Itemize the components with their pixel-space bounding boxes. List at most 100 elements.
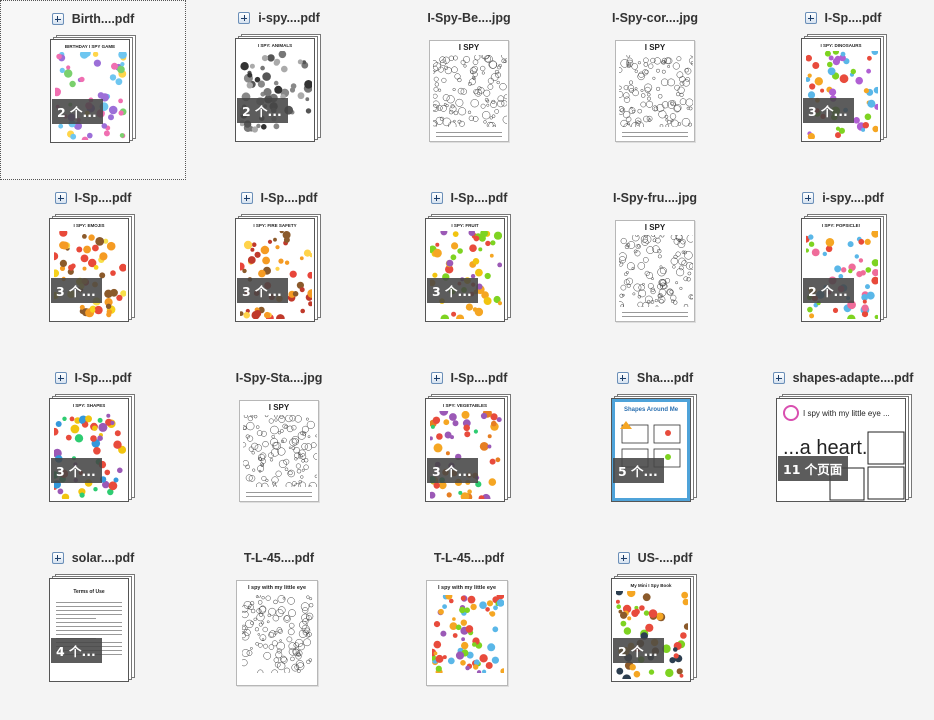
file-item[interactable]: i-spy....pdf I SPY: ANIMALS 2 个... [186, 0, 372, 180]
expand-plus-icon[interactable] [54, 192, 67, 204]
sheet-title: I SPY: ANIMALS [257, 43, 293, 48]
file-title: Birth....pdf [1, 12, 185, 26]
page-count-badge: 2 个... [803, 278, 854, 303]
expand-plus-icon[interactable] [54, 372, 67, 384]
image-preview: I SPY [239, 400, 319, 502]
sheet-illustration [50, 411, 127, 501]
file-item[interactable]: I-Spy-fru....jpg I SPY [562, 180, 748, 360]
sheet-title: I SPY: SHAPES [72, 403, 106, 408]
expand-plus-icon[interactable] [772, 372, 785, 384]
sheet-illustration [52, 49, 127, 142]
page-preview: I SPY: DINOSAURS [801, 38, 881, 142]
file-name: Sha....pdf [636, 371, 694, 385]
file-item[interactable]: I-Sp....pdf I SPY: SHAPES 3 个... [0, 360, 186, 540]
sheet-title: I SPY: DINOSAURS [820, 43, 862, 48]
expand-plus-icon[interactable] [616, 372, 629, 384]
expand-plus-icon[interactable] [430, 192, 443, 204]
file-thumbnail[interactable]: I SPY: FIRE SAFETY 3 个... [235, 214, 323, 326]
file-thumbnail[interactable]: I spy with my little eye ... ...a heart. 1… [776, 394, 914, 506]
sheet-title: Terms of Use [73, 589, 105, 595]
page-count-badge: 2 个... [237, 98, 288, 123]
page-count-badge: 11 个页面 [778, 456, 849, 481]
expand-plus-icon[interactable] [430, 372, 443, 384]
file-thumbnail[interactable]: BIRTHDAY I SPY GAME 2 个... [50, 35, 138, 147]
page-count-badge: 3 个... [427, 278, 478, 303]
sheet-illustration [430, 50, 508, 132]
expand-plus-icon[interactable] [238, 12, 251, 24]
file-name: I-Sp....pdf [74, 191, 132, 205]
file-item[interactable]: i-spy....pdf I SPY: POPSICLE! 2 个... [752, 180, 934, 360]
page-count-badge: 3 个... [51, 458, 102, 483]
expand-plus-icon[interactable] [240, 192, 253, 204]
file-thumbnail[interactable]: I SPY [239, 396, 327, 504]
sheet-title: Shapes Around Me [623, 407, 679, 413]
image-preview: I SPY [615, 40, 695, 142]
file-name: Birth....pdf [71, 12, 135, 26]
file-title: I-Spy-Sta....jpg [186, 371, 372, 385]
file-item[interactable]: Birth....pdf BIRTHDAY I SPY GAME 2 个... [0, 0, 186, 180]
expand-plus-icon[interactable] [804, 12, 817, 24]
page-count-badge: 2 个... [52, 99, 103, 124]
file-item[interactable]: I-Sp....pdf I SPY: FIRE SAFETY 3 个... [186, 180, 372, 360]
file-item[interactable]: I-Spy-Be....jpg I SPY [376, 0, 562, 180]
file-thumbnail[interactable]: I SPY [615, 216, 703, 324]
file-item[interactable]: shapes-adapte....pdf I spy with my little… [752, 360, 934, 540]
page-count-badge: 4 个... [51, 638, 102, 663]
file-thumbnail[interactable]: I SPY: FRUIT 3 个... [425, 214, 513, 326]
sheet-illustration [236, 229, 314, 321]
file-thumbnail[interactable]: Shapes Around Me 5 个... [611, 394, 699, 506]
file-thumbnail[interactable]: I spy with my little eye [236, 576, 326, 688]
page-count-badge: 3 个... [51, 278, 102, 303]
file-name: solar....pdf [71, 551, 135, 565]
file-item[interactable]: I-Sp....pdf I SPY: DINOSAURS 3 个... [752, 0, 934, 180]
file-name: I-Sp....pdf [260, 191, 318, 205]
page-preview: I SPY: VEGETABLES [425, 398, 505, 502]
sheet-illustration [616, 53, 694, 132]
file-title: I-Spy-fru....jpg [562, 191, 748, 205]
file-thumbnail[interactable]: I SPY: SHAPES 3 个... [49, 394, 137, 506]
file-item[interactable]: T-L-45....pdf I spy with my little eye [376, 540, 562, 720]
file-item[interactable]: I-Spy-Sta....jpg I SPY [186, 360, 372, 540]
page-preview: I SPY: FRUIT [425, 218, 505, 322]
expand-plus-icon[interactable] [51, 552, 64, 564]
file-thumbnail[interactable]: Terms of Use 4 个... [49, 574, 137, 686]
file-thumbnail[interactable]: I SPY: VEGETABLES 3 个... [425, 394, 513, 506]
expand-plus-icon[interactable] [617, 552, 630, 564]
file-item[interactable]: T-L-45....pdf I spy with my little eye [186, 540, 372, 720]
file-thumbnail[interactable]: I SPY: EMOJIS 3 个... [49, 214, 137, 326]
file-name: i-spy....pdf [822, 191, 884, 205]
file-item[interactable]: US-....pdf My Mini I Spy Book 2 个... [562, 540, 748, 720]
page-preview: I spy with my little eye [426, 580, 508, 686]
page-count-badge: 2 个... [613, 638, 664, 663]
file-thumbnail[interactable]: I spy with my little eye [426, 576, 516, 688]
file-title: I-Sp....pdf [0, 191, 186, 205]
sheet-title: I spy with my little eye [247, 585, 307, 591]
sheet-text-lines [622, 129, 688, 140]
expand-plus-icon[interactable] [802, 192, 815, 204]
file-thumbnail[interactable]: My Mini I Spy Book 2 个... [611, 574, 699, 686]
image-preview: I SPY [429, 40, 509, 142]
sheet-illustration [805, 48, 880, 141]
sheet-illustration [239, 594, 314, 678]
file-item[interactable]: I-Sp....pdf I SPY: FRUIT 3 个... [376, 180, 562, 360]
file-item[interactable]: I-Spy-cor....jpg I SPY [562, 0, 748, 180]
file-name: I-Spy-cor....jpg [611, 11, 699, 25]
file-title: i-spy....pdf [752, 191, 934, 205]
file-item[interactable]: I-Sp....pdf I SPY: VEGETABLES 3 个... [376, 360, 562, 540]
magnifier-icon [783, 405, 799, 421]
page-preview: I SPY: FIRE SAFETY [235, 218, 315, 322]
page-preview: Shapes Around Me [611, 398, 691, 502]
expand-plus-icon[interactable] [51, 13, 64, 25]
file-thumbnail[interactable]: I SPY: ANIMALS 2 个... [235, 34, 323, 146]
page-count-badge: 3 个... [237, 278, 288, 303]
sheet-illustration [50, 228, 127, 321]
file-item[interactable]: solar....pdf Terms of Use 4 个... [0, 540, 186, 720]
sheet-title: I SPY [644, 43, 666, 52]
file-thumbnail[interactable]: I SPY [429, 36, 517, 144]
file-thumbnail[interactable]: I SPY: DINOSAURS 3 个... [801, 34, 889, 146]
file-item[interactable]: I-Sp....pdf I SPY: EMOJIS 3 个... [0, 180, 186, 360]
file-thumbnail[interactable]: I SPY: POPSICLE! 2 个... [801, 214, 889, 326]
page-preview: I SPY: ANIMALS [235, 38, 315, 142]
file-thumbnail[interactable]: I SPY [615, 36, 703, 144]
file-item[interactable]: Sha....pdf Shapes Around Me 5 个... [562, 360, 748, 540]
